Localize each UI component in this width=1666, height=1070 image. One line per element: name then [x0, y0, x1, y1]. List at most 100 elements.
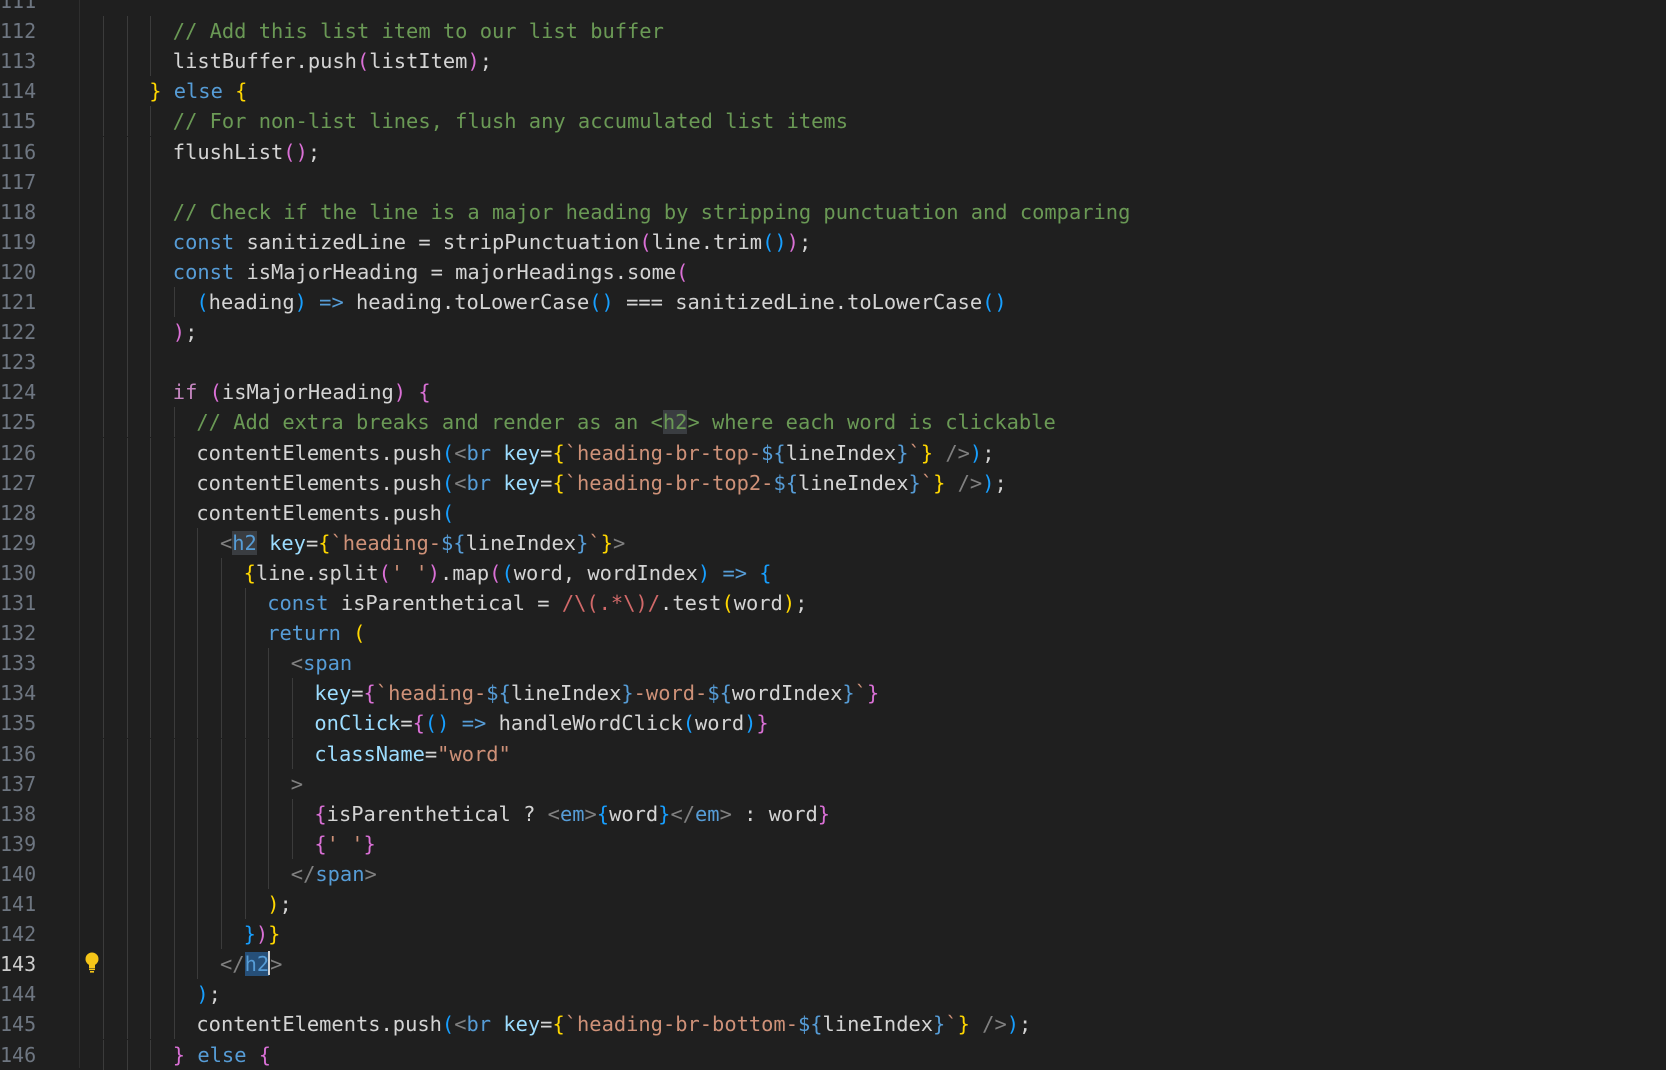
code-line[interactable]: 128 contentElements.push( — [0, 497, 1666, 528]
code-line[interactable]: 141); — [0, 889, 1666, 919]
line-number[interactable]: 127 — [0, 468, 36, 498]
code-line[interactable]: 121 (heading) => heading.toLowerCase() ==… — [0, 287, 1666, 317]
code-text[interactable]: <span — [291, 648, 352, 678]
code-line[interactable]: 123 — [0, 347, 1666, 378]
code-line[interactable]: 145 contentElements.push(<br key={`headin… — [0, 1009, 1666, 1040]
code-line[interactable]: 143 </h2> — [0, 949, 1666, 980]
code-line[interactable]: 112 // Add this list item to our list buf… — [0, 16, 1666, 47]
line-number[interactable]: 135 — [0, 708, 36, 738]
code-text[interactable]: // For non-list lines, flush any accumul… — [173, 106, 848, 136]
code-line[interactable]: 130 {line.split(' ').map((word, wordIndex… — [0, 557, 1666, 588]
code-text[interactable]: </span> — [291, 859, 377, 889]
code-text[interactable]: } else { — [173, 1040, 271, 1070]
line-number[interactable]: 122 — [0, 317, 36, 347]
line-number[interactable]: 142 — [0, 919, 36, 949]
code-text[interactable]: {isParenthetical ? <em>{word}</em> : wor… — [314, 799, 830, 829]
code-line[interactable]: 138 {isParenthetical ? <em>{word}</em> : … — [0, 798, 1666, 829]
code-text[interactable]: </h2> — [220, 949, 282, 979]
code-text[interactable]: listBuffer.push(listItem); — [173, 46, 492, 76]
line-number[interactable]: 125 — [0, 407, 36, 437]
line-number[interactable]: 115 — [0, 106, 36, 136]
code-text[interactable]: contentElements.push(<br key={`heading-b… — [196, 468, 1006, 498]
code-editor[interactable]: 111 112 // Add this list item to our list … — [0, 0, 1666, 1070]
line-number[interactable]: 111 — [0, 0, 36, 16]
line-number[interactable]: 133 — [0, 648, 36, 678]
line-number[interactable]: 140 — [0, 859, 36, 889]
line-number[interactable]: 123 — [0, 347, 36, 377]
code-text[interactable]: className="word" — [314, 739, 510, 769]
code-line[interactable]: 131 const isParenthetical = /\(.*\)/.test… — [0, 588, 1666, 618]
line-number[interactable]: 139 — [0, 829, 36, 859]
line-number[interactable]: 130 — [0, 558, 36, 588]
code-line[interactable]: 125 // Add extra breaks and render as an … — [0, 407, 1666, 438]
lightbulb-icon[interactable] — [84, 952, 100, 974]
code-line[interactable]: 136 className="word" — [0, 738, 1666, 769]
code-text[interactable]: <h2 key={`heading-${lineIndex}`}> — [220, 528, 625, 558]
code-text[interactable]: ); — [196, 979, 221, 1009]
code-text[interactable]: // Add this list item to our list buffer — [173, 16, 664, 46]
code-text[interactable]: (heading) => heading.toLowerCase() === s… — [196, 287, 1006, 317]
line-number[interactable]: 119 — [0, 227, 36, 257]
line-number[interactable]: 138 — [0, 799, 36, 829]
line-number[interactable]: 128 — [0, 498, 36, 528]
code-line[interactable]: 120 const isMajorHeading = majorHeadings.… — [0, 256, 1666, 287]
line-number[interactable]: 113 — [0, 46, 36, 76]
code-line[interactable]: 117 — [0, 166, 1666, 197]
code-line[interactable]: 135 onClick={() => handleWordClick(word)} — [0, 708, 1666, 739]
code-text[interactable]: // Check if the line is a major heading … — [173, 197, 1131, 227]
code-text[interactable]: contentElements.push( — [196, 498, 454, 528]
line-number[interactable]: 114 — [0, 76, 36, 106]
code-line[interactable]: 129 <h2 key={`heading-${lineIndex}`}> — [0, 527, 1666, 558]
line-number[interactable]: 146 — [0, 1040, 36, 1070]
line-number[interactable]: 124 — [0, 377, 36, 407]
line-number[interactable]: 112 — [0, 16, 36, 46]
code-line[interactable]: 113 listBuffer.push(listItem); — [0, 46, 1666, 77]
code-text[interactable]: const sanitizedLine = stripPunctuation(l… — [173, 227, 811, 257]
line-number[interactable]: 144 — [0, 979, 36, 1009]
code-line[interactable]: 132 return ( — [0, 618, 1666, 649]
code-line[interactable]: 137 > — [0, 768, 1666, 799]
code-line[interactable]: 127 contentElements.push(<br key={`headin… — [0, 467, 1666, 498]
code-line[interactable]: 134 key={`heading-${lineIndex}-word-${wor… — [0, 678, 1666, 709]
code-text[interactable]: key={`heading-${lineIndex}-word-${wordIn… — [314, 678, 879, 708]
code-text[interactable]: ); — [267, 889, 292, 919]
code-text[interactable]: const isParenthetical = /\(.*\)/.test(wo… — [267, 588, 807, 618]
code-text[interactable]: return ( — [267, 618, 365, 648]
code-line[interactable]: 115 // For non-list lines, flush any accu… — [0, 106, 1666, 137]
code-text[interactable]: })} — [244, 919, 281, 949]
code-line[interactable]: 124 if (isMajorHeading) { — [0, 377, 1666, 408]
line-number[interactable]: 116 — [0, 137, 36, 167]
code-text[interactable]: const isMajorHeading = majorHeadings.som… — [173, 257, 689, 287]
line-number[interactable]: 129 — [0, 528, 36, 558]
code-line[interactable]: 116 flushList(); — [0, 136, 1666, 167]
code-line[interactable]: 144); — [0, 979, 1666, 1010]
code-line[interactable]: 118 // Check if the line is a major headi… — [0, 196, 1666, 227]
line-number[interactable]: 132 — [0, 618, 36, 648]
code-line[interactable]: 142})} — [0, 919, 1666, 950]
code-line[interactable]: 133 <span — [0, 648, 1666, 679]
code-line[interactable]: 114} else { — [0, 76, 1666, 107]
code-line[interactable]: 140 </span> — [0, 858, 1666, 889]
line-number[interactable]: 134 — [0, 678, 36, 708]
line-number[interactable]: 118 — [0, 197, 36, 227]
code-text[interactable]: onClick={() => handleWordClick(word)} — [314, 708, 768, 738]
code-text[interactable]: > — [291, 769, 303, 799]
line-number[interactable]: 143 — [0, 949, 36, 979]
code-line[interactable]: 111 — [0, 0, 1666, 16]
code-line[interactable]: 119 const sanitizedLine = stripPunctuatio… — [0, 226, 1666, 257]
code-text[interactable]: contentElements.push(<br key={`heading-b… — [196, 1009, 1031, 1039]
line-number[interactable]: 117 — [0, 167, 36, 197]
line-number[interactable]: 137 — [0, 769, 36, 799]
code-line[interactable]: 122); — [0, 317, 1666, 348]
code-text[interactable]: {line.split(' ').map((word, wordIndex) =… — [244, 558, 772, 588]
code-text[interactable]: if (isMajorHeading) { — [173, 377, 431, 407]
code-text[interactable]: flushList(); — [173, 137, 320, 167]
line-number[interactable]: 131 — [0, 588, 36, 618]
code-line[interactable]: 139 {' '} — [0, 828, 1666, 859]
code-text[interactable]: ); — [173, 317, 198, 347]
line-number[interactable]: 141 — [0, 889, 36, 919]
code-text[interactable]: // Add extra breaks and render as an <h2… — [196, 407, 1056, 437]
line-number[interactable]: 120 — [0, 257, 36, 287]
code-line[interactable]: 126 contentElements.push(<br key={`headin… — [0, 437, 1666, 468]
line-number[interactable]: 145 — [0, 1009, 36, 1039]
